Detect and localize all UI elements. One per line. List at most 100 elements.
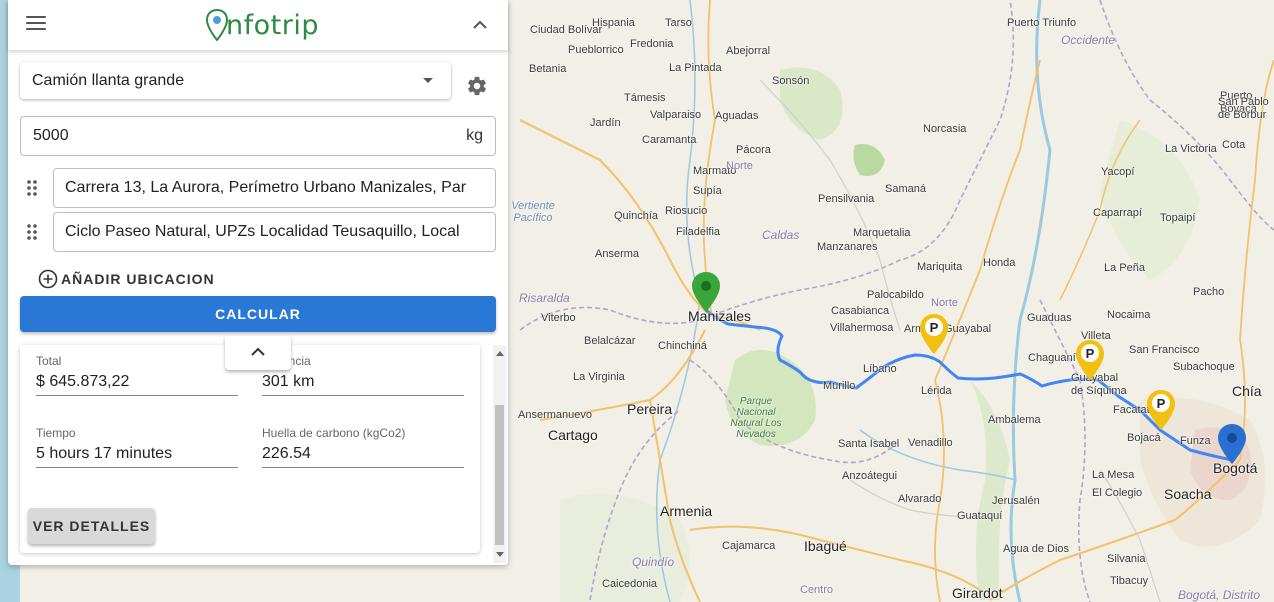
map-label: Tarso bbox=[665, 17, 692, 29]
map-region-label: Caldas bbox=[762, 228, 800, 242]
map-sea-label: Vertiente Pacífico bbox=[511, 200, 555, 224]
map-label: Topaipí bbox=[1160, 212, 1196, 224]
destination-marker-icon[interactable] bbox=[1218, 424, 1246, 464]
map-city-label: Soacha bbox=[1164, 486, 1212, 502]
add-location-label: AÑADIR UBICACION bbox=[61, 271, 215, 287]
destination-location-input[interactable]: Ciclo Paseo Natural, UPZs Localidad Teus… bbox=[53, 212, 496, 252]
map-label: Centro bbox=[800, 584, 834, 596]
map-label: Yacopí bbox=[1101, 166, 1135, 178]
weight-unit: kg bbox=[466, 127, 483, 144]
map-region-label: Occidente bbox=[1061, 33, 1116, 47]
map-label: Palocabildo bbox=[867, 289, 924, 301]
origin-location-input[interactable]: Carrera 13, La Aurora, Perímetro Urbano … bbox=[53, 168, 496, 208]
add-location-button[interactable]: AÑADIR UBICACION bbox=[38, 268, 215, 290]
vehicle-type-select[interactable]: Camión llanta grande bbox=[20, 62, 451, 99]
scroll-down-icon[interactable] bbox=[496, 552, 504, 557]
time-label: Tiempo bbox=[36, 426, 76, 440]
map-label: Silvania bbox=[1107, 553, 1146, 565]
chevron-up-icon[interactable] bbox=[470, 15, 490, 35]
map-label: Alvarado bbox=[898, 493, 942, 505]
total-label: Total bbox=[36, 354, 62, 368]
parking-marker-icon[interactable]: P bbox=[920, 314, 948, 354]
map-label: Jerusalén bbox=[992, 495, 1040, 507]
map-label: Samaná bbox=[885, 183, 926, 195]
map-label: Sonsón bbox=[772, 75, 810, 87]
map-label: Guayabal bbox=[944, 323, 992, 335]
map-label: San Francisco bbox=[1129, 344, 1200, 356]
carbon-field: Huella de carbono (kgCo2) 226.54 bbox=[262, 426, 464, 468]
map-label: Guataquí bbox=[957, 510, 1003, 522]
map-label: Venadillo bbox=[908, 437, 953, 449]
origin-marker-icon[interactable] bbox=[692, 272, 720, 312]
map-label: Fredonia bbox=[630, 38, 674, 50]
expand-results-button[interactable] bbox=[225, 336, 291, 370]
total-field: Total $ 645.873,22 bbox=[36, 354, 238, 396]
weight-value: 5000 bbox=[33, 127, 69, 144]
distance-field: ancia 301 km bbox=[262, 354, 464, 396]
map-label: Santa Isabel bbox=[838, 438, 900, 450]
map-label: San Pablo de Borbur bbox=[1218, 96, 1269, 121]
map-label: Pueblorrico bbox=[568, 44, 624, 56]
scrollbar-thumb[interactable] bbox=[495, 405, 504, 545]
scroll-up-icon[interactable] bbox=[496, 351, 504, 356]
map-label: Anzoátegui bbox=[842, 470, 898, 482]
add-circle-icon bbox=[38, 269, 58, 289]
drag-handle-icon[interactable] bbox=[26, 179, 38, 197]
map-label: El Colegio bbox=[1092, 487, 1143, 499]
results-scrollbar[interactable] bbox=[493, 345, 506, 563]
map-label: Chaguaní bbox=[1028, 352, 1076, 364]
dropdown-caret-icon bbox=[423, 78, 433, 83]
map-label: Casabianca bbox=[831, 305, 890, 317]
chevron-up-icon bbox=[251, 347, 265, 356]
total-value: $ 645.873,22 bbox=[36, 373, 238, 396]
map-label: La Pintada bbox=[669, 62, 722, 74]
weight-input[interactable]: 5000 kg bbox=[20, 116, 496, 156]
map-region-label: Quindío bbox=[632, 555, 675, 569]
map-city-label: Armenia bbox=[660, 503, 713, 519]
map-label: Ambalema bbox=[988, 414, 1041, 426]
map-label: Nocaima bbox=[1107, 309, 1151, 321]
map-label: Belalcázar bbox=[584, 335, 636, 347]
map-label: Ansermanuevo bbox=[518, 409, 592, 421]
route-panel: nfotrip Camión llanta grande 5000 kg Car… bbox=[8, 0, 508, 565]
map-label: Norcasia bbox=[923, 123, 967, 135]
map-label: Funza bbox=[1180, 435, 1211, 447]
map-label: Mariquita bbox=[917, 261, 963, 273]
map-label: Manzanares bbox=[817, 241, 878, 253]
parking-marker-icon[interactable]: P bbox=[1147, 390, 1175, 430]
distance-label: ancia bbox=[282, 354, 311, 368]
calculate-button[interactable]: CALCULAR bbox=[20, 296, 496, 332]
map-city-label: Pereira bbox=[627, 401, 673, 417]
map-label: Tibacuy bbox=[1110, 575, 1149, 587]
map-label: Líbano bbox=[863, 363, 897, 375]
map-label: Caicedonia bbox=[602, 578, 658, 590]
location-row: Ciclo Paseo Natural, UPZs Localidad Teus… bbox=[20, 212, 496, 252]
parking-marker-icon[interactable]: P bbox=[1076, 340, 1104, 380]
location-row: Carrera 13, La Aurora, Perímetro Urbano … bbox=[20, 168, 496, 208]
menu-icon[interactable] bbox=[26, 16, 46, 32]
time-value: 5 hours 17 minutes bbox=[36, 445, 238, 468]
logo-pin-icon bbox=[206, 9, 228, 41]
map-label: La Mesa bbox=[1092, 469, 1135, 481]
map-label: Anserma bbox=[595, 248, 640, 260]
map-label: Hispania bbox=[592, 17, 635, 29]
gear-icon[interactable] bbox=[466, 75, 488, 97]
results-card: Total $ 645.873,22 ancia 301 km Tiempo 5… bbox=[20, 345, 480, 553]
svg-text:P: P bbox=[1157, 396, 1166, 411]
map-label: Viterbo bbox=[541, 312, 576, 324]
map-label: Filadelfia bbox=[676, 226, 721, 238]
map-label: Caramanta bbox=[642, 134, 697, 146]
map-label: Valparaiso bbox=[650, 109, 702, 121]
map-label: Supía bbox=[693, 185, 722, 197]
svg-text:P: P bbox=[930, 320, 939, 335]
map-label: Murillo bbox=[823, 380, 856, 392]
app-logo: nfotrip bbox=[206, 6, 319, 44]
app-header: nfotrip bbox=[8, 0, 508, 50]
view-details-button[interactable]: VER DETALLES bbox=[28, 508, 155, 544]
map-label: Jardín bbox=[590, 117, 621, 129]
carbon-value: 226.54 bbox=[262, 445, 464, 468]
drag-handle-icon[interactable] bbox=[26, 223, 38, 241]
map-city-label: Cartago bbox=[548, 427, 598, 443]
map-label: Lérida bbox=[921, 385, 952, 397]
map-label: Pacho bbox=[1193, 286, 1225, 298]
